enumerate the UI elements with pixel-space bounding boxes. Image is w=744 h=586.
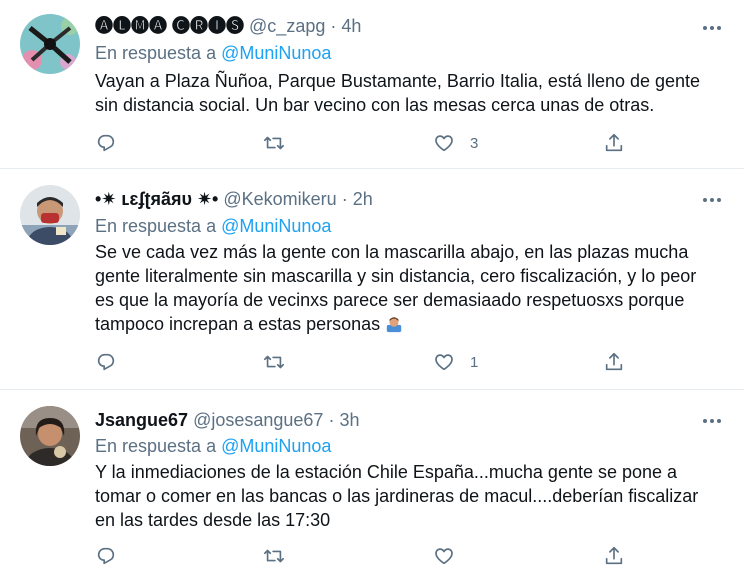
reply-icon[interactable] xyxy=(95,545,117,569)
reply-prefix: En respuesta a xyxy=(95,216,217,236)
tweet-1[interactable]: 🅐🅛🅜🅐 🅒🅡🅘🅢 @c_zapg · 4h En respuesta a @M… xyxy=(0,0,744,169)
reply-context: En respuesta a @MuniNunoa xyxy=(95,214,331,238)
reply-mention-link[interactable]: @MuniNunoa xyxy=(221,436,331,456)
retweet-icon[interactable] xyxy=(263,545,285,569)
like-icon[interactable] xyxy=(433,132,455,156)
avatar[interactable] xyxy=(20,14,80,74)
share-icon[interactable] xyxy=(603,351,625,375)
user-handle[interactable]: @josesangue67 xyxy=(193,410,323,430)
tweet-text-line: Se ve cada vez más la gente con la masca… xyxy=(95,242,689,262)
display-name[interactable]: 🅐🅛🅜🅐 🅒🅡🅘🅢 xyxy=(95,16,244,36)
tweet-text-line: en las tardes desde las 17:30 xyxy=(95,510,331,530)
reply-mention-link[interactable]: @MuniNunoa xyxy=(221,43,331,63)
separator: · xyxy=(341,189,348,209)
reply-prefix: En respuesta a xyxy=(95,43,217,63)
person-bowing-emoji xyxy=(386,317,402,333)
tweet-text: Vayan a Plaza Ñuñoa, Parque Bustamante, … xyxy=(95,69,735,117)
display-name[interactable]: •✷ ʟɛʄʈяãяυ ✷• xyxy=(95,189,218,209)
timestamp[interactable]: 2h xyxy=(353,189,373,209)
tweet-text-line: tomar o comer en las bancas o las jardin… xyxy=(95,486,699,506)
like-count: 1 xyxy=(470,354,479,371)
separator: · xyxy=(330,16,337,36)
avatar[interactable] xyxy=(20,406,80,466)
reply-mention-link[interactable]: @MuniNunoa xyxy=(221,216,331,236)
tweet-text-line: gente literalmente sin mascarilla y sin … xyxy=(95,266,697,286)
display-name[interactable]: Jsangue67 xyxy=(95,410,188,430)
avatar[interactable] xyxy=(20,185,80,245)
tweet-3[interactable]: Jsangue67 @josesangue67 · 3h En respuest… xyxy=(0,390,744,586)
tweet-text-line: Vayan a Plaza Ñuñoa, Parque Bustamante, … xyxy=(95,71,701,91)
tweet-text: Se ve cada vez más la gente con la masca… xyxy=(95,240,735,336)
tweet-text-line: tampoco increpan a estas personas xyxy=(95,314,381,334)
reply-icon[interactable] xyxy=(95,351,117,375)
reply-icon[interactable] xyxy=(95,132,117,156)
tweet-text-line: sin distancia social. Un bar vecino con … xyxy=(95,95,655,115)
more-icon[interactable] xyxy=(700,16,724,40)
tweet-header: Jsangue67 @josesangue67 · 3h xyxy=(95,408,360,432)
user-handle[interactable]: @c_zapg xyxy=(249,16,325,36)
tweet-header: 🅐🅛🅜🅐 🅒🅡🅘🅢 @c_zapg · 4h xyxy=(95,14,361,38)
reply-prefix: En respuesta a xyxy=(95,436,217,456)
tweet-text-line-with-emoji: tampoco increpan a estas personas xyxy=(95,312,735,336)
share-icon[interactable] xyxy=(603,545,625,569)
tweet-2[interactable]: •✷ ʟɛʄʈяãяυ ✷• @Kekomikeru · 2h En respu… xyxy=(0,169,744,390)
tweet-text-line: Y la inmediaciones de la estación Chile … xyxy=(95,462,678,482)
reply-context: En respuesta a @MuniNunoa xyxy=(95,41,331,65)
tweet-text-line: es que la mayoría de vecinxs parece ser … xyxy=(95,290,685,310)
more-icon[interactable] xyxy=(700,188,724,212)
timestamp[interactable]: 4h xyxy=(341,16,361,36)
user-handle[interactable]: @Kekomikeru xyxy=(223,189,336,209)
more-icon[interactable] xyxy=(700,409,724,433)
like-icon[interactable] xyxy=(433,545,455,569)
like-count: 3 xyxy=(470,135,479,152)
like-icon[interactable] xyxy=(433,351,455,375)
retweet-icon[interactable] xyxy=(263,351,285,375)
tweet-text: Y la inmediaciones de la estación Chile … xyxy=(95,460,735,532)
share-icon[interactable] xyxy=(603,132,625,156)
separator: · xyxy=(328,410,335,430)
reply-context: En respuesta a @MuniNunoa xyxy=(95,434,331,458)
tweet-header: •✷ ʟɛʄʈяãяυ ✷• @Kekomikeru · 2h xyxy=(95,187,373,211)
retweet-icon[interactable] xyxy=(263,132,285,156)
timestamp[interactable]: 3h xyxy=(339,410,359,430)
